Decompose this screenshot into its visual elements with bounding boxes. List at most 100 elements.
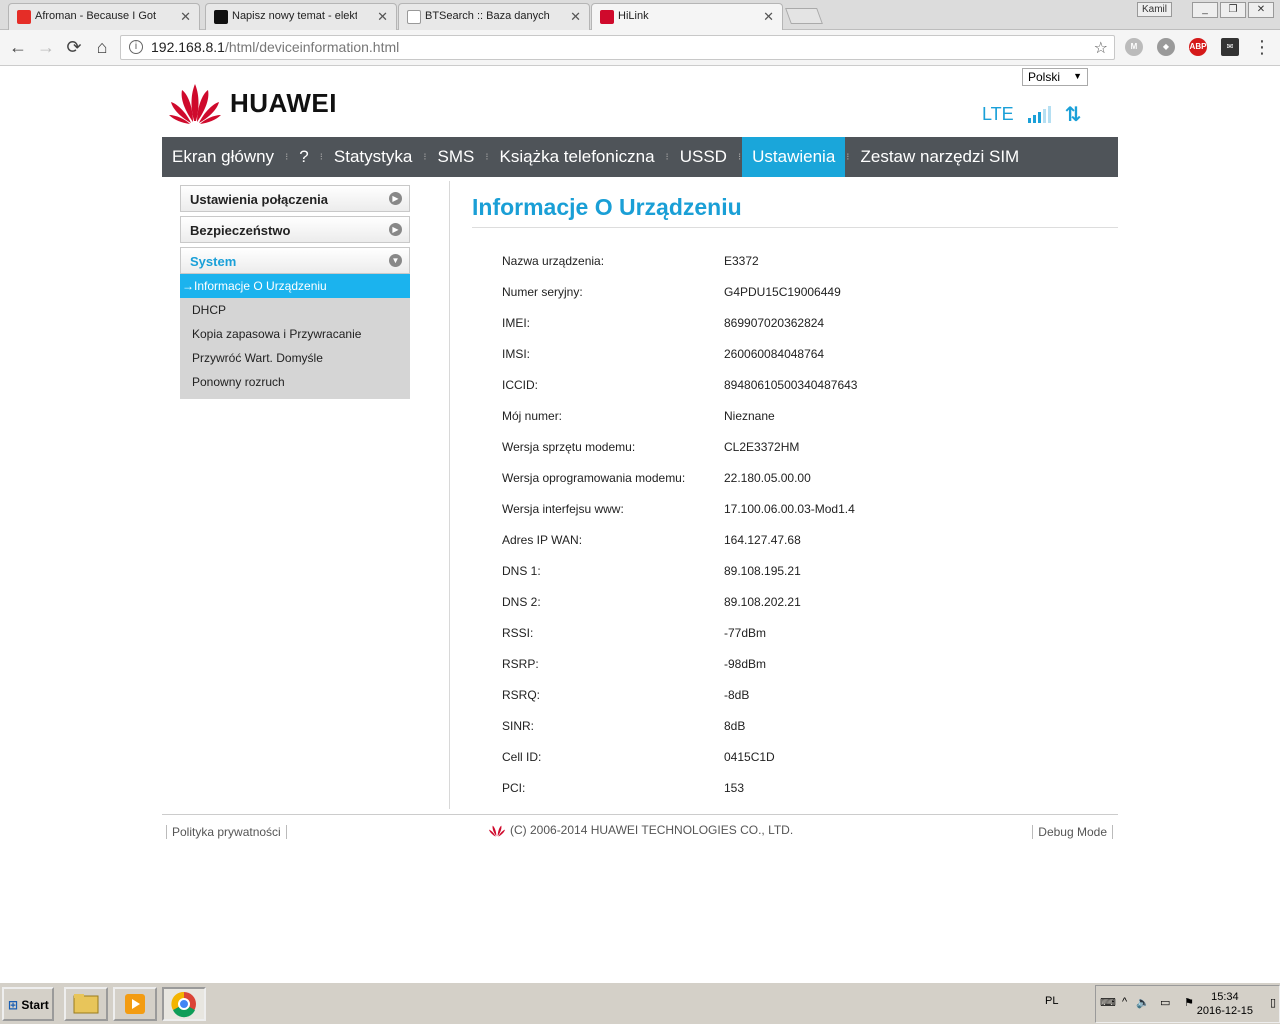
sidebar-section-system[interactable]: System ▼ bbox=[180, 247, 410, 274]
keyboard-icon[interactable]: ⌨ bbox=[1100, 996, 1116, 1009]
nav-tab[interactable]: ? bbox=[289, 137, 318, 177]
info-row: Numer seryjny: G4PDU15C19006449 bbox=[472, 285, 1118, 316]
start-label: Start bbox=[21, 998, 49, 1012]
system-submenu: →Informacje O Urządzeniu DHCP Kopia zapaso… bbox=[180, 274, 410, 399]
mail-extension-icon[interactable]: ✉ bbox=[1221, 38, 1239, 56]
start-button[interactable]: ⊞ Start bbox=[2, 987, 54, 1021]
info-label: Wersja interfejsu www: bbox=[502, 502, 624, 516]
youtube-icon bbox=[17, 10, 31, 24]
debug-mode-link[interactable]: Debug Mode bbox=[1032, 825, 1113, 839]
network-type: LTE bbox=[982, 104, 1014, 124]
chrome-taskbar-icon[interactable] bbox=[162, 987, 206, 1021]
language-value: Polski bbox=[1028, 70, 1061, 84]
info-value: 8dB bbox=[724, 719, 746, 733]
copyright: (C) 2006-2014 HUAWEI TECHNOLOGIES CO., L… bbox=[488, 823, 793, 837]
info-row: PCI: 153 bbox=[472, 781, 1118, 812]
nav-tab[interactable]: Książka telefoniczna bbox=[490, 137, 665, 177]
language-select[interactable]: Polski ▼ bbox=[1022, 68, 1088, 86]
info-row: RSSI: -77dBm bbox=[472, 626, 1118, 657]
reload-icon[interactable]: ⟳ bbox=[64, 37, 84, 57]
huawei-flower-icon bbox=[169, 84, 221, 124]
browser-tab[interactable]: Afroman - Because I Got ✕ bbox=[8, 3, 200, 30]
signal-bar bbox=[1042, 109, 1046, 123]
clock-time: 15:34 bbox=[1211, 991, 1239, 1003]
adblock-icon[interactable]: ABP bbox=[1189, 38, 1207, 56]
info-row: DNS 2: 89.108.202.21 bbox=[472, 595, 1118, 626]
new-tab-button[interactable] bbox=[785, 8, 823, 24]
nav-tab[interactable]: Ustawienia bbox=[742, 137, 846, 177]
menu-icon[interactable]: ⋮ bbox=[1252, 37, 1272, 57]
back-icon[interactable]: ← bbox=[8, 37, 28, 57]
huawei-logo: HUAWEI bbox=[168, 82, 337, 124]
sidebar-section-connection[interactable]: Ustawienia połączenia ▶ bbox=[180, 185, 410, 212]
url-host: 192.168.8.1 bbox=[151, 39, 225, 55]
media-player-taskbar-icon[interactable] bbox=[113, 987, 157, 1021]
info-value: 153 bbox=[724, 781, 745, 795]
restore-icon[interactable]: ❐ bbox=[1220, 2, 1246, 18]
site-info-icon[interactable]: i bbox=[129, 40, 143, 54]
sidebar-subitem[interactable]: →Informacje O Urządzeniu bbox=[180, 274, 410, 298]
clock[interactable]: 15:34 2016-12-15 bbox=[1197, 990, 1253, 1018]
sidebar-subitem-label: Przywróć Wart. Domyśle bbox=[192, 351, 323, 365]
tray-expand-icon[interactable]: ^ bbox=[1122, 996, 1127, 1008]
copyright-text: (C) 2006-2014 HUAWEI TECHNOLOGIES CO., L… bbox=[510, 823, 794, 837]
nav-tab[interactable]: Statystyka bbox=[324, 137, 422, 177]
signal-bar bbox=[1027, 118, 1031, 123]
signal-strength-icon bbox=[1027, 106, 1051, 123]
info-row: Mój numer: Nieznane bbox=[472, 409, 1118, 440]
info-label: RSSI: bbox=[502, 626, 534, 640]
signal-bar bbox=[1037, 112, 1041, 123]
action-center-icon[interactable]: ⚑ bbox=[1184, 996, 1194, 1009]
close-window-icon[interactable]: ✕ bbox=[1248, 2, 1274, 18]
address-bar[interactable]: i 192.168.8.1/html/deviceinformation.htm… bbox=[120, 35, 1115, 60]
info-label: IMSI: bbox=[502, 347, 531, 361]
tab-title: BTSearch :: Baza danych o bbox=[425, 10, 550, 22]
close-tab-icon[interactable]: ✕ bbox=[180, 9, 191, 25]
device-info-table: Nazwa urządzenia: E3372 Numer seryjny: G4PD… bbox=[472, 254, 1118, 812]
sidebar-section-security[interactable]: Bezpieczeństwo ▶ bbox=[180, 216, 410, 243]
keyboard-language[interactable]: PL bbox=[1045, 995, 1058, 1007]
network-tray-icon[interactable]: ▭ bbox=[1160, 996, 1170, 1009]
close-tab-icon[interactable]: ✕ bbox=[570, 9, 581, 25]
sidebar-subitem[interactable]: DHCP bbox=[180, 298, 410, 322]
sidebar-subitem[interactable]: Ponowny rozruch bbox=[180, 370, 410, 394]
nav-tab[interactable]: SMS bbox=[428, 137, 485, 177]
browser-tab[interactable]: BTSearch :: Baza danych o ✕ bbox=[398, 3, 590, 30]
info-value: 89480610500340487643 bbox=[724, 378, 858, 392]
info-label: ICCID: bbox=[502, 378, 538, 392]
collapse-arrow-icon: ▼ bbox=[389, 254, 402, 267]
extension-puzzle-icon[interactable]: ◆ bbox=[1157, 38, 1175, 56]
volume-icon[interactable]: 🔈 bbox=[1136, 996, 1150, 1009]
show-desktop-icon[interactable]: ▯ bbox=[1270, 996, 1276, 1009]
sidebar-subitem[interactable]: Przywróć Wart. Domyśle bbox=[180, 346, 410, 370]
expand-arrow-icon: ▶ bbox=[389, 223, 402, 236]
info-row: RSRP: -98dBm bbox=[472, 657, 1118, 688]
close-tab-icon[interactable]: ✕ bbox=[763, 9, 774, 25]
browser-tab[interactable]: Napisz nowy temat - elektro ✕ bbox=[205, 3, 397, 30]
url-path: /html/deviceinformation.html bbox=[224, 39, 400, 55]
close-tab-icon[interactable]: ✕ bbox=[377, 9, 388, 25]
sidebar-subitem-label: Kopia zapasowa i Przywracanie bbox=[192, 327, 362, 341]
system-tray: ⌨ ^ 🔈 ▭ ⚑ 15:34 2016-12-15 ▯ bbox=[1095, 985, 1280, 1023]
elektroda-icon bbox=[214, 10, 228, 24]
info-value: -77dBm bbox=[724, 626, 767, 640]
nav-tab[interactable]: USSD bbox=[670, 137, 737, 177]
forward-icon[interactable]: → bbox=[36, 37, 56, 57]
info-value: Nieznane bbox=[724, 409, 775, 423]
browser-tab[interactable]: HiLink ✕ bbox=[591, 3, 783, 31]
info-row: ICCID: 89480610500340487643 bbox=[472, 378, 1118, 409]
tab-title: Napisz nowy temat - elektro bbox=[232, 10, 357, 22]
home-icon[interactable]: ⌂ bbox=[92, 37, 112, 57]
privacy-link[interactable]: Polityka prywatności bbox=[166, 825, 287, 839]
file-explorer-taskbar-icon[interactable] bbox=[64, 987, 108, 1021]
nav-tab[interactable]: Ekran główny bbox=[162, 137, 284, 177]
info-label: Adres IP WAN: bbox=[502, 533, 583, 547]
window-user-badge[interactable]: Kamil bbox=[1137, 2, 1173, 17]
bookmark-star-icon[interactable]: ☆ bbox=[1094, 38, 1108, 58]
info-label: Cell ID: bbox=[502, 750, 542, 764]
info-row: DNS 1: 89.108.195.21 bbox=[472, 564, 1118, 595]
nav-tab[interactable]: Zestaw narzędzi SIM bbox=[850, 137, 1029, 177]
extension-m-icon[interactable]: M bbox=[1125, 38, 1143, 56]
minimize-icon[interactable]: _ bbox=[1192, 2, 1218, 18]
sidebar-subitem[interactable]: Kopia zapasowa i Przywracanie bbox=[180, 322, 410, 346]
